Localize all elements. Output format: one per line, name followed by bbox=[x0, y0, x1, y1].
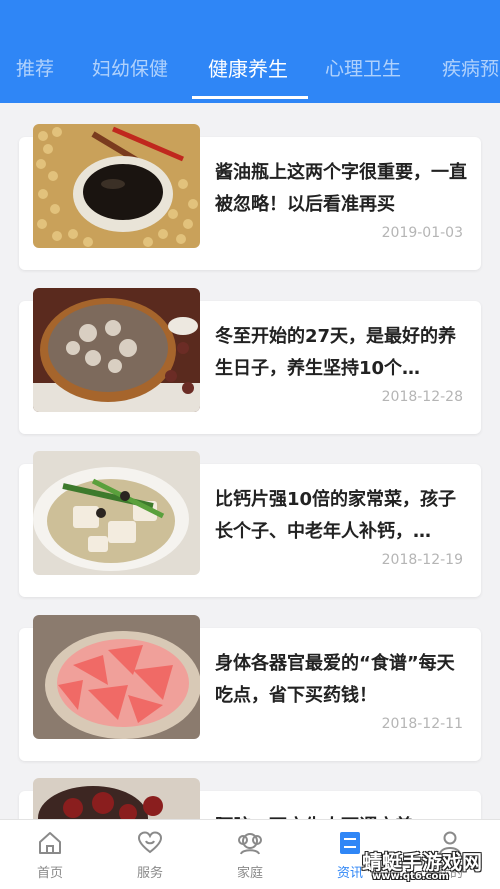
site-watermark: 蜻蜓手游戏网 www.qt6.com bbox=[356, 846, 496, 886]
article-date: 2019-01-03 bbox=[381, 225, 463, 241]
watermark-url: www.qt6.com bbox=[372, 871, 449, 882]
tab-mental-health[interactable]: 心理卫生 bbox=[325, 48, 401, 103]
article-card[interactable]: 阿胶，西方生人可谓方美 bbox=[19, 778, 481, 819]
nav-family-label: 家庭 bbox=[236, 866, 263, 881]
active-tab-indicator bbox=[192, 96, 308, 99]
tab-health-wellness[interactable]: 健康养生 bbox=[208, 48, 288, 103]
article-card[interactable]: 比钙片强10倍的家常菜，孩子长个子、中老年人补钙，… 2018-12-19 bbox=[19, 451, 481, 597]
article-thumbnail bbox=[33, 288, 200, 412]
nav-family[interactable]: 家庭 bbox=[200, 820, 300, 889]
article-title[interactable]: 酱油瓶上这两个字很重要，一直被忽略！以后看准再买 bbox=[215, 157, 467, 221]
article-card[interactable]: 酱油瓶上这两个字很重要，一直被忽略！以后看准再买 2019-01-03 bbox=[19, 124, 481, 270]
article-thumbnail bbox=[33, 451, 200, 575]
heart-icon bbox=[137, 831, 163, 854]
article-card[interactable]: 身体各器官最爱的“食谱”每天吃点，省下买药钱！ 2018-12-11 bbox=[19, 615, 481, 761]
article-thumbnail bbox=[33, 124, 200, 248]
family-icon bbox=[238, 833, 262, 855]
category-tab-bar: 推荐 妇幼保健 健康养生 心理卫生 疾病预 bbox=[0, 0, 500, 103]
home-icon bbox=[39, 832, 61, 854]
nav-home-label: 首页 bbox=[36, 866, 63, 881]
article-title[interactable]: 阿胶，西方生人可谓方美 bbox=[215, 811, 467, 819]
article-title[interactable]: 身体各器官最爱的“食谱”每天吃点，省下买药钱！ bbox=[215, 648, 467, 712]
tab-disease-prevention[interactable]: 疾病预 bbox=[442, 48, 499, 103]
nav-service[interactable]: 服务 bbox=[100, 820, 200, 889]
article-title[interactable]: 比钙片强10倍的家常菜，孩子长个子、中老年人补钙，… bbox=[215, 484, 467, 548]
article-date: 2018-12-28 bbox=[381, 389, 463, 405]
nav-service-label: 服务 bbox=[136, 866, 163, 881]
tab-recommend[interactable]: 推荐 bbox=[16, 48, 54, 103]
article-feed[interactable]: 酱油瓶上这两个字很重要，一直被忽略！以后看准再买 2019-01-03 冬至开始… bbox=[0, 103, 500, 819]
article-thumbnail bbox=[33, 615, 200, 739]
tab-maternal-child-health[interactable]: 妇幼保健 bbox=[92, 48, 168, 103]
nav-home[interactable]: 首页 bbox=[0, 820, 100, 889]
article-thumbnail bbox=[33, 778, 200, 819]
article-title[interactable]: 冬至开始的27天，是最好的养生日子，养生坚持10个… bbox=[215, 321, 467, 385]
article-date: 2018-12-19 bbox=[381, 552, 463, 568]
article-card[interactable]: 冬至开始的27天，是最好的养生日子，养生坚持10个… 2018-12-28 bbox=[19, 288, 481, 434]
article-date: 2018-12-11 bbox=[381, 716, 463, 732]
